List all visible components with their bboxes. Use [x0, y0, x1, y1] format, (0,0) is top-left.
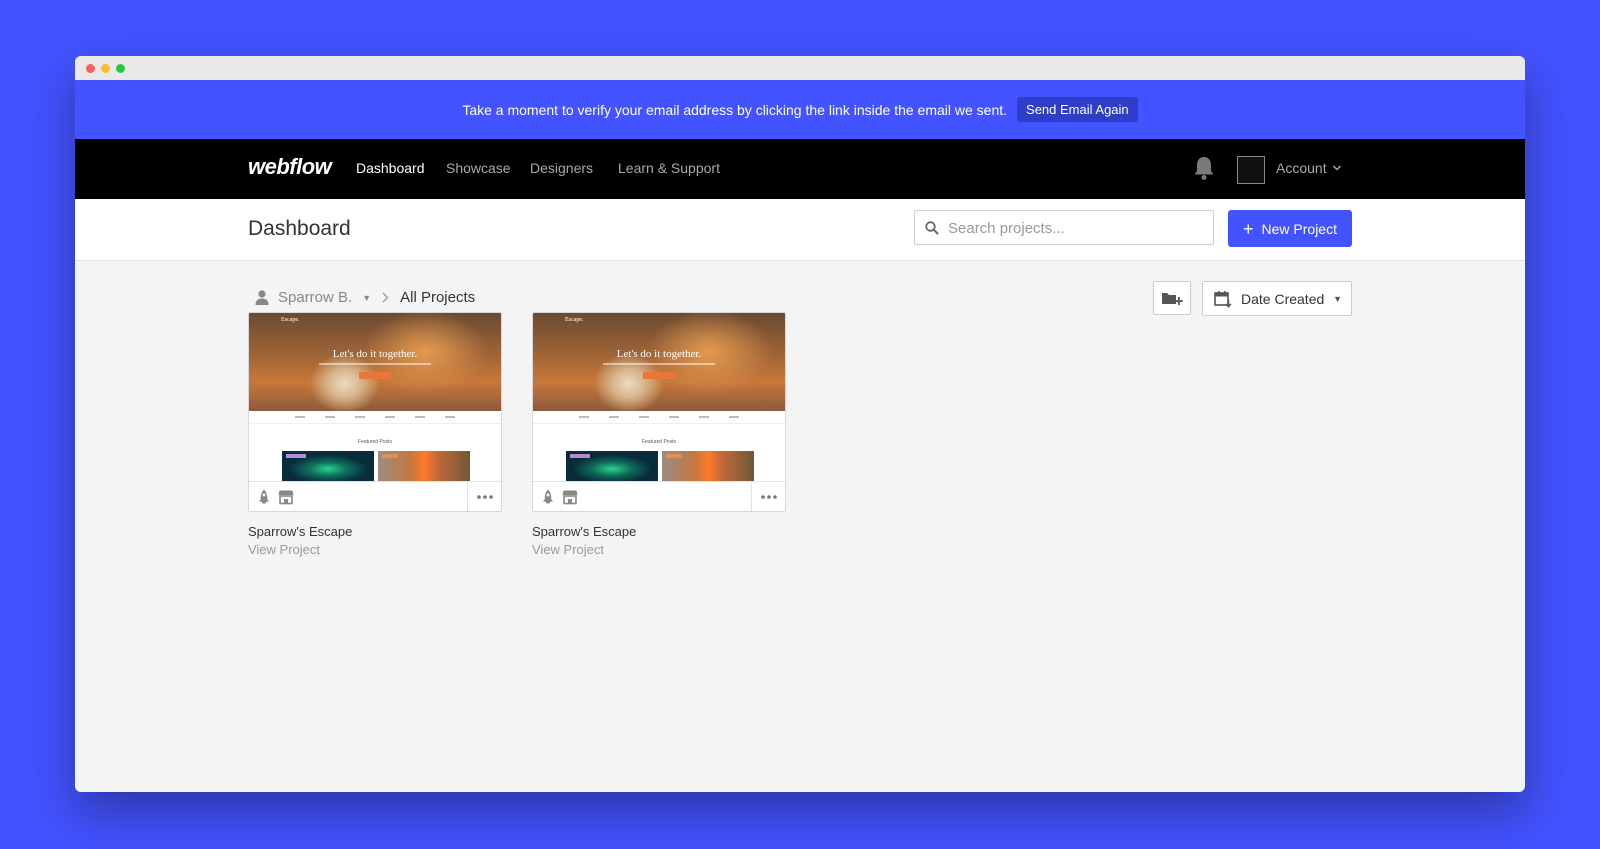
plus-icon: + [1243, 218, 1254, 239]
bell-icon[interactable] [1193, 155, 1215, 181]
view-project-link[interactable]: View Project [532, 542, 604, 557]
thumbnail-menu [249, 411, 501, 424]
thumbnail-post-image [662, 451, 754, 481]
thumbnail-subtext [319, 363, 431, 365]
project-card-footer [533, 481, 785, 511]
more-icon [476, 495, 493, 499]
nav-learn-support[interactable]: Learn & Support [618, 160, 720, 176]
webflow-logo[interactable]: webflow [248, 154, 332, 180]
project-name[interactable]: Sparrow's Escape [248, 524, 502, 539]
caret-down-icon[interactable]: ▼ [362, 293, 371, 303]
thumbnail-headline: Let's do it together. [616, 348, 702, 360]
project-thumbnail[interactable]: Escape. Let's do it together. Featured P… [249, 313, 501, 481]
new-folder-icon [1162, 293, 1183, 305]
send-email-again-button[interactable]: Send Email Again [1017, 97, 1138, 122]
avatar[interactable] [1237, 156, 1265, 184]
thumbnail-subtext [603, 363, 715, 365]
view-project-link[interactable]: View Project [248, 542, 320, 557]
user-icon [255, 290, 269, 305]
more-options-button[interactable] [467, 482, 501, 511]
page-title: Dashboard [248, 217, 351, 240]
nav-showcase[interactable]: Showcase [446, 160, 511, 176]
thumbnail-post-image [282, 451, 374, 481]
sort-label: Date Created [1241, 290, 1325, 307]
nav-designers[interactable]: Designers [530, 160, 593, 176]
rocket-icon[interactable] [257, 489, 271, 510]
thumbnail-cta [359, 372, 391, 379]
search-input[interactable] [946, 212, 1205, 245]
window-titlebar [75, 56, 1525, 80]
thumbnail-menu [533, 411, 785, 424]
thumbnail-section-title: Featured Posts [642, 439, 676, 445]
project-card: Escape. Let's do it together. Featured P… [248, 312, 502, 559]
thumbnail-cta [643, 372, 675, 379]
project-card: Escape. Let's do it together. Featured P… [532, 312, 786, 559]
account-menu[interactable]: Account [1276, 160, 1342, 176]
sort-dropdown[interactable]: Date Created ▼ [1202, 281, 1352, 316]
nav-dashboard[interactable]: Dashboard [356, 160, 425, 176]
chevron-right-icon [382, 292, 389, 303]
thumbnail-brand: Escape. [281, 317, 300, 323]
minimize-window-button[interactable] [101, 64, 110, 73]
account-label: Account [1276, 160, 1327, 176]
banner-message: Take a moment to verify your email addre… [462, 101, 1008, 118]
page-header: Dashboard + New Project [75, 199, 1525, 261]
chevron-down-icon [1332, 165, 1341, 171]
new-project-label: New Project [1261, 220, 1337, 237]
thumbnail-hero: Escape. Let's do it together. [249, 313, 501, 411]
thumbnail-brand: Escape. [565, 317, 584, 323]
more-icon [760, 495, 777, 499]
rocket-icon[interactable] [541, 489, 555, 510]
thumbnail-hero: Escape. Let's do it together. [533, 313, 785, 411]
close-window-button[interactable] [86, 64, 95, 73]
project-card-preview[interactable]: Escape. Let's do it together. Featured P… [248, 312, 502, 512]
thumbnail-section-title: Featured Posts [358, 439, 392, 445]
thumbnail-post-image [378, 451, 470, 481]
new-project-button[interactable]: + New Project [1228, 210, 1352, 247]
caret-down-icon: ▼ [1333, 293, 1342, 304]
verify-email-banner: Take a moment to verify your email addre… [75, 80, 1525, 139]
maximize-window-button[interactable] [116, 64, 125, 73]
new-folder-button[interactable] [1153, 281, 1191, 315]
calendar-icon [1214, 290, 1232, 308]
search-box [914, 210, 1214, 245]
top-navigation: webflow Dashboard Showcase Designers Lea… [75, 139, 1525, 199]
search-icon [925, 221, 939, 235]
project-name[interactable]: Sparrow's Escape [532, 524, 786, 539]
store-icon[interactable] [562, 489, 578, 510]
project-card-footer [249, 481, 501, 511]
project-thumbnail[interactable]: Escape. Let's do it together. Featured P… [533, 313, 785, 481]
project-card-preview[interactable]: Escape. Let's do it together. Featured P… [532, 312, 786, 512]
thumbnail-headline: Let's do it together. [332, 348, 418, 360]
thumbnail-post-image [566, 451, 658, 481]
breadcrumb-user[interactable]: Sparrow B. [278, 289, 352, 306]
more-options-button[interactable] [751, 482, 785, 511]
breadcrumb: Sparrow B. ▼ All Projects [255, 289, 475, 306]
breadcrumb-current: All Projects [400, 289, 476, 306]
browser-window: Take a moment to verify your email addre… [75, 56, 1525, 792]
store-icon[interactable] [278, 489, 294, 510]
